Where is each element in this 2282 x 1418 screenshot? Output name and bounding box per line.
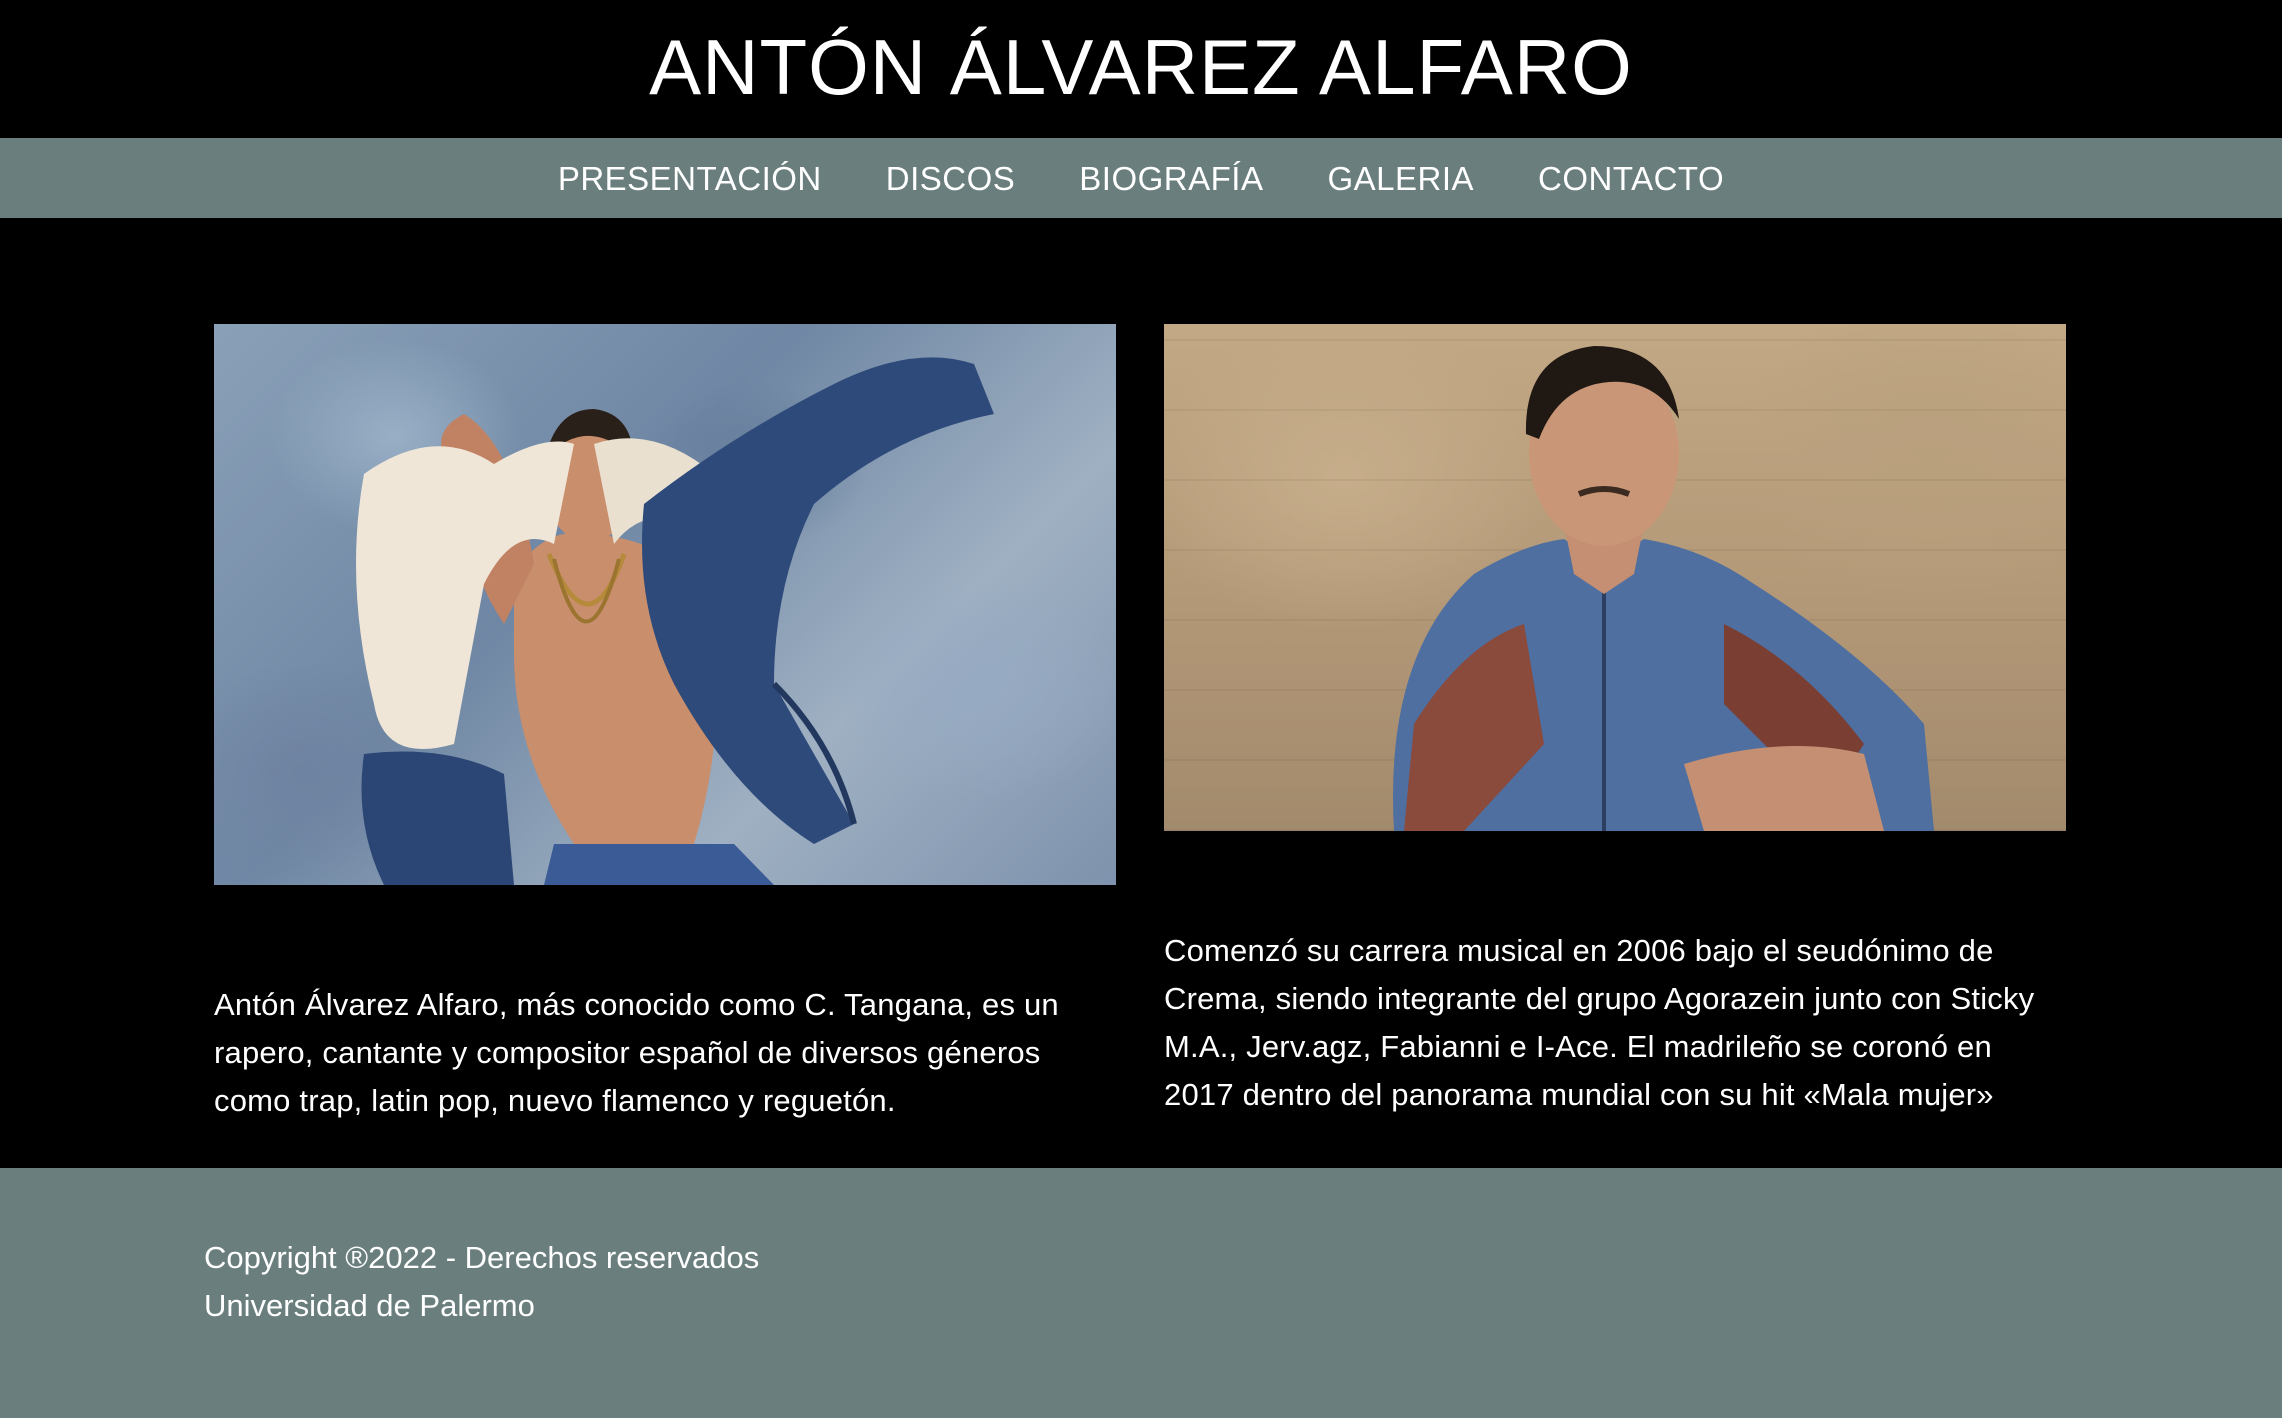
photo-artist-printed-shirt — [1164, 324, 2066, 831]
copyright-text: Copyright ®2022 - Derechos reservados — [204, 1240, 760, 1275]
site-header: ANTÓN ÁLVAREZ ALFARO — [0, 0, 2282, 138]
main-nav: PRESENTACIÓN DISCOS BIOGRAFÍA GALERIA CO… — [0, 138, 2282, 218]
photo-artist-denim-jacket — [214, 324, 1116, 885]
nav-link-contacto[interactable]: CONTACTO — [1538, 162, 1724, 195]
presentation-text: Antón Álvarez Alfaro, más conocido como … — [214, 987, 1059, 1118]
career-text: Comenzó su carrera musical en 2006 bajo … — [1164, 933, 2035, 1112]
site-footer: Copyright ®2022 - Derechos reservados Un… — [0, 1168, 2282, 1418]
main-content: Antón Álvarez Alfaro, más conocido como … — [0, 218, 2282, 1168]
institution-text: Universidad de Palermo — [204, 1288, 535, 1323]
page: ANTÓN ÁLVAREZ ALFARO PRESENTACIÓN DISCOS… — [0, 0, 2282, 1418]
site-title: ANTÓN ÁLVAREZ ALFARO — [649, 23, 1633, 111]
nav-link-discos[interactable]: DISCOS — [886, 162, 1016, 195]
nav-item-biografia: BIOGRAFÍA — [1079, 162, 1263, 195]
nav-link-galeria[interactable]: GALERIA — [1327, 162, 1474, 195]
nav-item-galeria: GALERIA — [1327, 162, 1474, 195]
nav-item-contacto: CONTACTO — [1538, 162, 1724, 195]
footer-text: Copyright ®2022 - Derechos reservados Un… — [204, 1234, 759, 1330]
nav-link-presentacion[interactable]: PRESENTACIÓN — [558, 162, 822, 195]
nav-item-discos: DISCOS — [886, 162, 1016, 195]
nav-link-biografia[interactable]: BIOGRAFÍA — [1079, 162, 1263, 195]
nav-item-presentacion: PRESENTACIÓN — [558, 162, 822, 195]
nav-list: PRESENTACIÓN DISCOS BIOGRAFÍA GALERIA CO… — [558, 162, 1724, 195]
